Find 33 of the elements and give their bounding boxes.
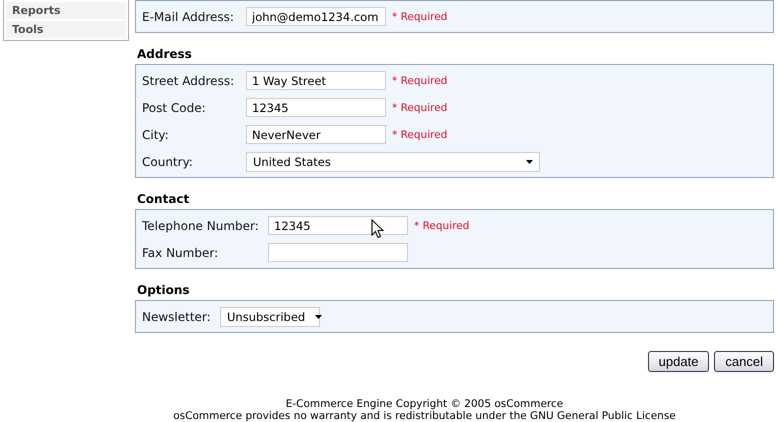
sidebar-item[interactable]: Reports — [6, 2, 126, 19]
section-title: Contact — [137, 192, 190, 206]
section-title: Options — [137, 283, 191, 297]
field-label: City: — [142, 128, 170, 142]
required-note: * Required — [392, 102, 448, 114]
text-field[interactable]: NeverNever — [246, 125, 386, 144]
field-label: Country: — [142, 154, 194, 168]
required-note: * Required — [392, 128, 448, 140]
field-label: Street Address: — [142, 74, 236, 88]
field-label: Fax Number: — [142, 246, 220, 260]
required-note: * Required — [414, 220, 470, 232]
sidebar-item[interactable]: Tools — [6, 21, 126, 38]
required-note: * Required — [392, 74, 448, 86]
text-field[interactable]: john@demo1234.com — [246, 7, 386, 26]
text-field[interactable]: 12345 — [246, 98, 386, 117]
caret-icon — [526, 160, 533, 164]
field-label: Telephone Number: — [142, 218, 260, 232]
section-title: Address — [137, 47, 193, 61]
form-button[interactable]: update — [648, 351, 710, 372]
text-field[interactable]: 1 Way Street — [246, 71, 386, 90]
text-field[interactable] — [268, 243, 408, 262]
text-field[interactable]: 12345 — [268, 216, 408, 235]
dropdown[interactable]: United States — [246, 152, 540, 172]
footer-text: osCommerce provides no warranty and is redistributable under the GNU General Public License — [173, 410, 676, 422]
field-label: Post Code: — [142, 100, 207, 114]
form-button[interactable]: cancel — [714, 351, 774, 372]
dropdown[interactable]: Unsubscribed — [220, 306, 320, 326]
footer-text: E-Commerce Engine Copyright © 2005 osCommerce — [286, 398, 564, 410]
cursor-icon — [371, 219, 384, 239]
field-label: Newsletter: — [142, 310, 212, 324]
field-label: E-Mail Address: — [142, 10, 235, 24]
required-note: * Required — [392, 10, 448, 22]
caret-icon — [315, 314, 322, 318]
